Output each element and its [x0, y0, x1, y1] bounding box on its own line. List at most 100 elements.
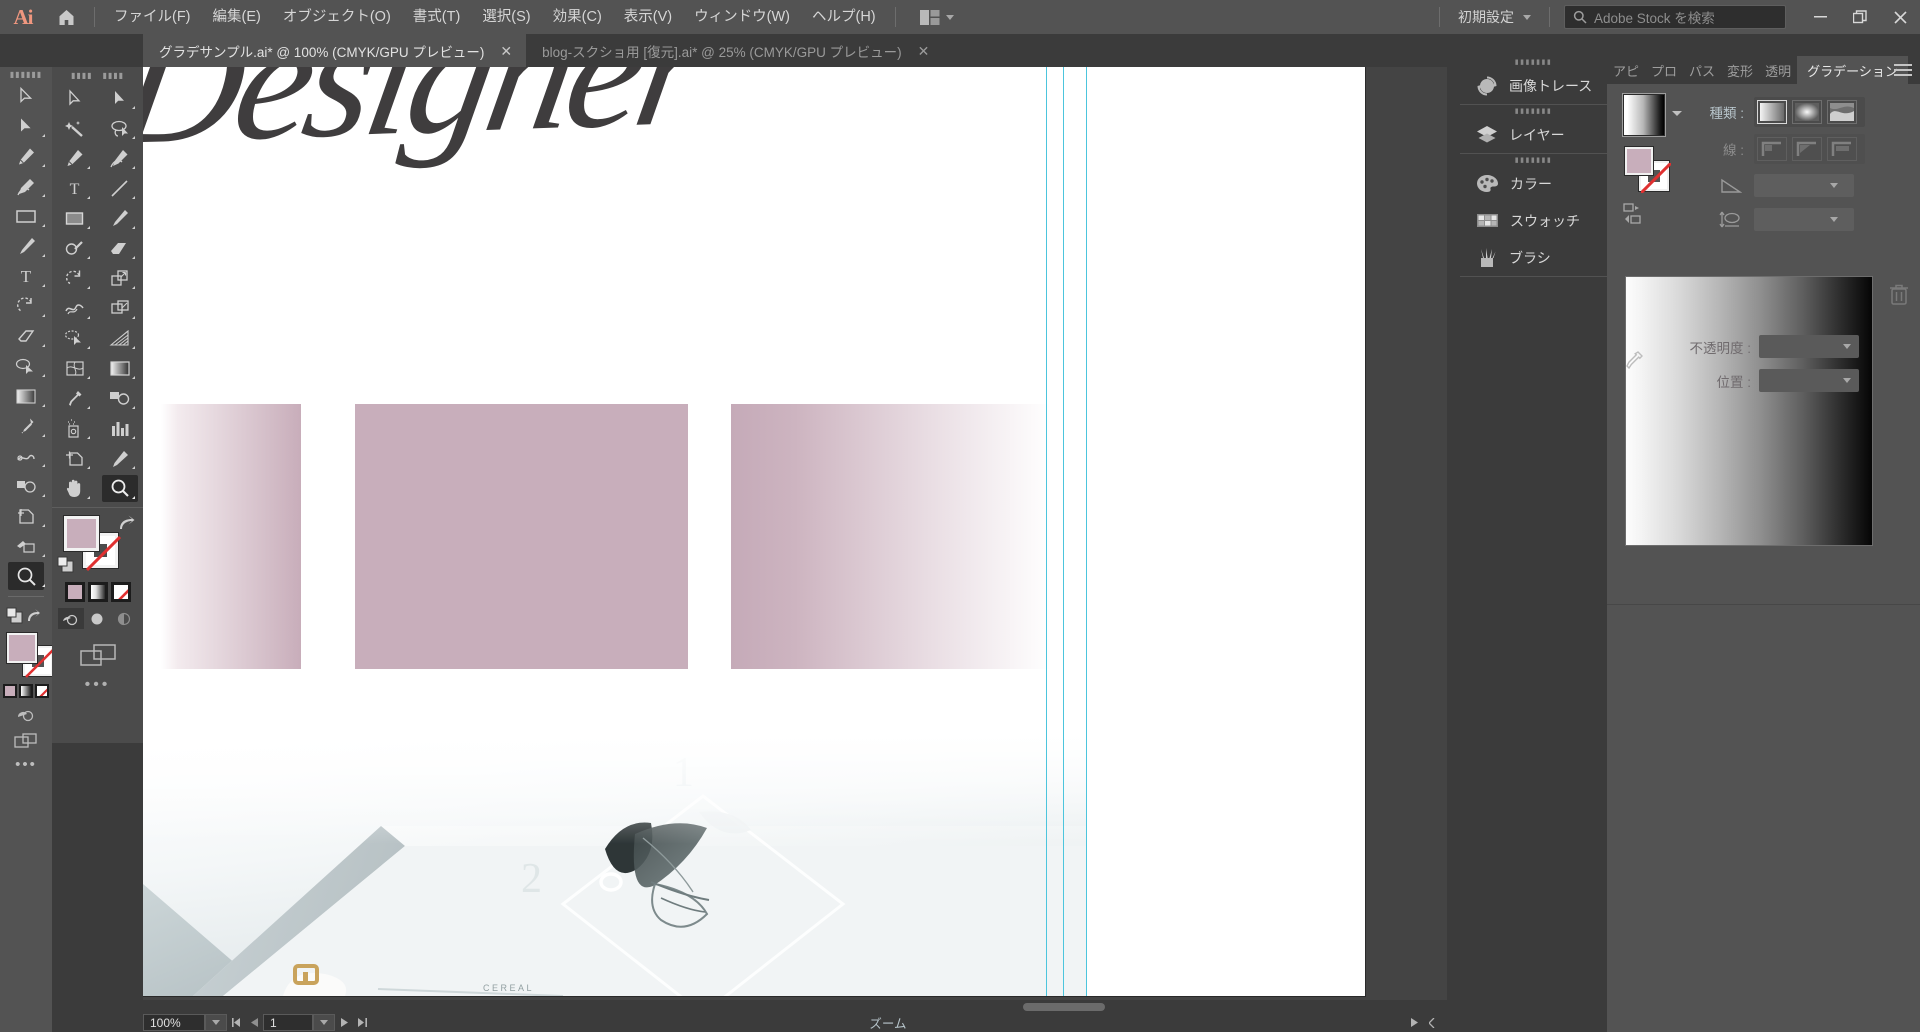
gradient-tool[interactable] [97, 353, 142, 383]
tab-transparency[interactable]: 透明 [1759, 56, 1797, 84]
type-tool[interactable]: T [52, 173, 97, 203]
magic-wand-tool[interactable] [52, 113, 97, 143]
draw-inside-button[interactable] [111, 608, 138, 629]
blend-tool[interactable] [0, 471, 52, 501]
tab-properties[interactable]: プロ [1645, 56, 1683, 84]
draw-behind-button[interactable] [84, 608, 111, 629]
zoom-level-dropdown[interactable] [205, 1014, 227, 1031]
change-screen-mode-icon[interactable] [79, 643, 116, 667]
paintbrush-tool[interactable] [0, 231, 52, 261]
menu-view[interactable]: 表示(V) [613, 0, 683, 34]
chevron-down-icon[interactable] [1830, 182, 1838, 188]
freeform-gradient-button[interactable] [1827, 100, 1857, 124]
chevron-down-icon[interactable] [1843, 378, 1851, 383]
prev-page-icon[interactable] [245, 1013, 263, 1032]
shape-builder-tool[interactable] [0, 351, 52, 381]
chevron-down-icon[interactable] [1830, 216, 1838, 222]
gradient-angle-input[interactable] [1754, 173, 1854, 197]
line-segment-tool[interactable] [97, 173, 142, 203]
gradient-aspect-input[interactable] [1754, 207, 1854, 231]
stroke-across-button[interactable] [1827, 137, 1857, 161]
dock-item-color[interactable]: カラー [1460, 165, 1607, 202]
zoom-tool[interactable] [0, 561, 52, 591]
gradient-rect-pink-to-white[interactable] [731, 404, 1051, 669]
pen-tool[interactable] [52, 143, 97, 173]
menu-help[interactable]: ヘルプ(H) [801, 0, 887, 34]
selection-tool[interactable] [0, 81, 52, 111]
artboard-number-dropdown[interactable] [313, 1014, 335, 1031]
draw-normal-button[interactable] [57, 608, 84, 629]
none-button[interactable] [110, 582, 131, 602]
shape-builder-tool[interactable] [52, 323, 97, 353]
script-headline-text[interactable]: Designer [143, 67, 718, 184]
change-screen-mode-icon[interactable] [0, 727, 52, 753]
menu-effect[interactable]: 効果(C) [542, 0, 613, 34]
rotate-tool[interactable] [0, 291, 52, 321]
default-fill-stroke-icon[interactable] [6, 607, 26, 626]
linear-gradient-button[interactable] [1757, 100, 1787, 124]
solid-rect-pink[interactable] [355, 404, 688, 669]
minimize-button[interactable] [1800, 0, 1840, 34]
gradient-tool[interactable] [0, 381, 52, 411]
color-button[interactable] [64, 582, 85, 602]
gradient-eyedropper-icon[interactable] [1623, 349, 1645, 371]
eyedropper-tool[interactable] [52, 383, 97, 413]
workspace-switcher[interactable]: 初期設定 [1448, 4, 1541, 30]
menu-window[interactable]: ウィンドウ(W) [683, 0, 801, 34]
draw-mode-button[interactable] [0, 701, 52, 727]
tab-appearance[interactable]: アピ [1607, 56, 1645, 84]
tab-transform[interactable]: 変形 [1721, 56, 1759, 84]
eyedropper-tool[interactable] [0, 411, 52, 441]
menu-type[interactable]: 書式(T) [402, 0, 472, 34]
perspective-grid-tool[interactable] [97, 323, 142, 353]
product-photo[interactable]: CEREAL 2 1 [143, 734, 1087, 996]
expanded-toolbar-grip[interactable]: ▮▮▮▮ ▮▮▮▮ [52, 67, 143, 83]
rectangle-tool[interactable] [0, 201, 52, 231]
rotate-tool[interactable] [52, 263, 97, 293]
scrollbar-thumb[interactable] [1023, 1003, 1105, 1011]
canvas-area[interactable]: Designer CEREAL 2 [143, 67, 1447, 1014]
color-button[interactable] [3, 684, 17, 698]
artboard-number-input[interactable]: 1 [263, 1014, 313, 1031]
default-fill-stroke-icon[interactable] [57, 556, 76, 575]
menu-edit[interactable]: 編集(E) [202, 0, 272, 34]
slice-tool[interactable] [0, 531, 52, 561]
toolbar-grip[interactable]: ▮▮▮▮▮▮ [0, 67, 52, 81]
home-icon[interactable] [46, 0, 86, 34]
eraser-tool[interactable] [97, 233, 142, 263]
stock-search-input[interactable]: Adobe Stock を検索 [1564, 5, 1786, 29]
zoom-level-input[interactable]: 100% [143, 1014, 205, 1031]
tab-gradient[interactable]: グラデーション [1797, 56, 1908, 84]
gradient-button[interactable] [87, 582, 108, 602]
panel-menu-icon[interactable] [1894, 62, 1912, 78]
next-page-icon[interactable] [335, 1013, 353, 1032]
gradient-rect-white-to-pink[interactable] [161, 404, 301, 669]
arrange-documents-icon[interactable] [910, 4, 964, 30]
artboard-tool[interactable] [52, 443, 97, 473]
selection-tool[interactable] [52, 83, 97, 113]
paintbrush-tool[interactable] [97, 203, 142, 233]
fill-swatch[interactable] [6, 632, 38, 664]
curvature-tool[interactable] [97, 143, 142, 173]
eraser-tool[interactable] [0, 321, 52, 351]
swap-fill-stroke-icon[interactable] [26, 608, 46, 624]
direct-selection-tool[interactable] [97, 83, 142, 113]
column-graph-tool[interactable] [97, 413, 142, 443]
dock-item-swatches[interactable]: スウォッチ [1460, 202, 1607, 239]
scale-tool[interactable] [97, 263, 142, 293]
width-tool[interactable] [52, 293, 97, 323]
symbol-sprayer-tool[interactable] [52, 413, 97, 443]
chevron-down-icon[interactable] [1843, 344, 1851, 349]
rectangle-tool[interactable] [52, 203, 97, 233]
free-transform-tool[interactable] [97, 293, 142, 323]
status-collapse-icon[interactable] [1423, 1013, 1441, 1032]
hand-tool[interactable] [52, 473, 97, 503]
status-menu-icon[interactable] [1405, 1013, 1423, 1032]
menu-object[interactable]: オブジェクト(O) [272, 0, 402, 34]
tab-pathfinder[interactable]: パス [1683, 56, 1721, 84]
blend-tool[interactable] [97, 383, 142, 413]
curvature-tool[interactable] [0, 171, 52, 201]
delete-stop-trash-icon[interactable] [1889, 284, 1909, 306]
close-button[interactable] [1880, 0, 1920, 34]
dock-item-brushes[interactable]: ブラシ [1460, 239, 1607, 276]
